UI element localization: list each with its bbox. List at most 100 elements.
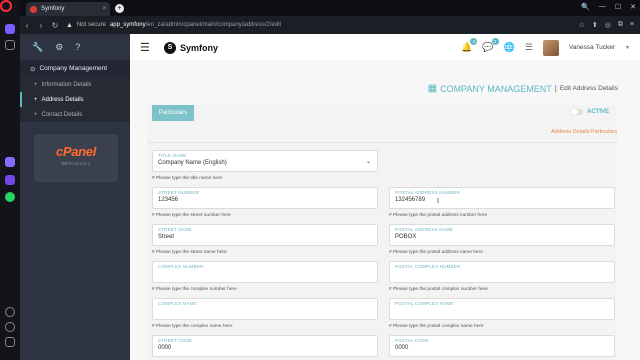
field-value: 0000 <box>158 345 172 351</box>
settings-icon[interactable] <box>5 337 15 347</box>
screen: Symfony × + 🔍 — ☐ ✕ ‹ › ↻ ▲ Not secure a… <box>0 0 640 360</box>
help-text: # Please type the postal complex number … <box>389 287 488 292</box>
street-number-field[interactable]: STREET NUMBER 123456 <box>152 187 378 209</box>
new-tab-button[interactable]: + <box>115 4 124 13</box>
avatar[interactable] <box>542 39 559 56</box>
reload-icon[interactable]: ↻ <box>48 21 62 30</box>
field-value: 0000 <box>395 345 409 351</box>
toggle-label: ACTIVE <box>586 109 609 115</box>
back-icon[interactable]: ‹ <box>20 21 34 30</box>
plus-icon: + <box>34 111 38 118</box>
help-text: # Please type the complex number here <box>152 287 237 292</box>
street-code-field[interactable]: STREET CODE 0000 <box>152 335 378 357</box>
chat-icon[interactable]: 💬 2 <box>482 38 499 53</box>
help-text: # Please type the street number here <box>152 213 231 218</box>
url-field[interactable]: ▲ Not secure app_symfony/en_za/admin/cpa… <box>66 19 579 32</box>
field-value: Street <box>158 234 175 240</box>
hamburger-icon[interactable]: ☰ <box>140 41 154 54</box>
postal-complex-number-field[interactable]: POSTAL COMPLEX NUMBER <box>389 261 615 283</box>
browser-toolbar: ☆ ⬆ ◎ ⧉ ≡ <box>579 21 634 29</box>
home-icon[interactable] <box>5 24 15 34</box>
brand[interactable]: S Symfony <box>164 41 219 54</box>
grid-icon: ▦ <box>427 83 438 94</box>
text-cursor-icon: I <box>437 198 439 205</box>
page-title-text: COMPANY MANAGEMENT <box>440 83 552 94</box>
sidebar-item-address-details[interactable]: + Address Details <box>20 92 130 107</box>
field-label: POSTAL CODE <box>395 338 429 343</box>
user-name[interactable]: Vanessa Tucker <box>569 44 615 51</box>
share-icon[interactable]: ⬆ <box>592 21 598 29</box>
menu-icon[interactable]: ≡ <box>630 21 634 29</box>
speed-dial-icon[interactable] <box>5 40 15 50</box>
sidebar-item-label: Information Details <box>41 81 92 88</box>
field-label: TITLE NAME <box>158 153 187 158</box>
snapshot-icon[interactable]: ⧉ <box>618 21 623 29</box>
list-icon[interactable]: ☰ <box>525 42 533 53</box>
sidebar-item-information-details[interactable]: + Information Details <box>20 77 130 92</box>
help-text: # Please type the complex name here <box>152 324 233 329</box>
toggle-switch[interactable] <box>570 108 583 115</box>
top-header: ☰ S Symfony 🔔 3 💬 2 🌐 ☰ Vanessa Tucker ▼ <box>130 34 640 62</box>
messenger-icon[interactable] <box>5 175 15 185</box>
whatsapp-icon[interactable] <box>5 192 15 202</box>
target-icon: ⊙ <box>30 65 36 73</box>
security-status: Not secure <box>76 22 106 28</box>
aria-icon[interactable] <box>5 157 15 167</box>
sidebar-item-company-management[interactable]: ⊙ Company Management <box>20 60 130 77</box>
bell-icon[interactable]: 🔔 3 <box>461 38 478 53</box>
app-sidebar: 🔧 ⚙ ? ⊙ Company Management + Information… <box>20 34 130 360</box>
postal-complex-name-field[interactable]: POSTAL COMPLEX NAME <box>389 298 615 320</box>
wrench-icon[interactable]: 🔧 <box>32 42 43 53</box>
close-tab-icon[interactable]: × <box>102 6 106 12</box>
help-icon[interactable]: ? <box>75 42 80 52</box>
complex-name-field[interactable]: COMPLEX NAME <box>152 298 378 320</box>
sidebar-item-contact-details[interactable]: + Contact Details <box>20 107 130 122</box>
maximize-icon[interactable]: ☐ <box>615 3 621 11</box>
field-label: POSTAL COMPLEX NUMBER <box>395 264 461 269</box>
help-text: # Please type the postal complex name he… <box>389 324 484 329</box>
page-title: ▦ COMPANY MANAGEMENT | Edit Address Deta… <box>428 83 618 94</box>
header-actions: 🔔 3 💬 2 🌐 ☰ Vanessa Tucker ▼ <box>461 38 630 56</box>
postal-address-name-field[interactable]: POSTAL ADDRESS NAME POBOX <box>389 224 615 246</box>
chevron-down-icon[interactable]: ▼ <box>625 45 630 51</box>
brand-name: Symfony <box>180 42 219 53</box>
sidebar-toolbar: 🔧 ⚙ ? <box>20 34 130 60</box>
cpanel-card[interactable]: cPanel BETA v0.0.0.1 <box>34 134 118 182</box>
sidebar-item-label: Company Management <box>39 65 108 72</box>
history-icon[interactable] <box>5 322 15 332</box>
active-toggle[interactable]: ACTIVE <box>570 108 609 115</box>
complex-number-field[interactable]: COMPLEX NUMBER <box>152 261 378 283</box>
forward-icon[interactable]: › <box>34 21 48 30</box>
cpanel-version: BETA v0.0.0.1 <box>61 161 91 166</box>
extensions-icon[interactable]: ◎ <box>605 21 611 29</box>
street-name-field[interactable]: STREET NAME Street <box>152 224 378 246</box>
globe-icon[interactable]: 🌐 <box>504 42 515 53</box>
field-value: Company Name (English) <box>158 160 227 166</box>
minimize-icon[interactable]: — <box>599 3 606 11</box>
warning-icon: ▲ <box>66 21 73 29</box>
title-separator: | <box>554 84 557 93</box>
postal-code-field[interactable]: POSTAL CODE 0000 <box>389 335 615 357</box>
sidebar-item-label: Contact Details <box>41 111 83 118</box>
bookmark-icon[interactable]: ☆ <box>579 21 585 29</box>
postal-address-number-field[interactable]: POSTAL ADDRESS NUMBER 132456789 <box>389 187 615 209</box>
player-icon[interactable] <box>5 307 15 317</box>
tab-search-icon[interactable]: 🔍 <box>581 3 590 11</box>
field-label: POSTAL COMPLEX NAME <box>395 301 454 306</box>
url-text: app_symfony/en_za/admin/cpanel/main/comp… <box>109 22 282 28</box>
tab-particulars[interactable]: Particulars <box>152 105 194 121</box>
chevron-down-icon: ⌄ <box>365 159 371 165</box>
sidebar-item-label: Address Details <box>41 96 84 103</box>
close-window-icon[interactable]: ✕ <box>630 3 636 11</box>
field-label: STREET CODE <box>158 338 193 343</box>
title-name-select[interactable]: TITLE NAME Company Name (English) ⌄ <box>152 150 378 172</box>
page-content: ▦ COMPANY MANAGEMENT | Edit Address Deta… <box>130 63 640 360</box>
field-label: COMPLEX NAME <box>158 301 197 306</box>
address-bar: ‹ › ↻ ▲ Not secure app_symfony/en_za/adm… <box>20 16 640 34</box>
browser-tab[interactable]: Symfony × <box>26 2 110 16</box>
gear-icon[interactable]: ⚙ <box>55 42 63 53</box>
opera-logo-icon[interactable] <box>0 0 12 12</box>
help-text: # Please type the title name here <box>152 176 223 181</box>
field-label: POSTAL ADDRESS NAME <box>395 227 454 232</box>
page-subtitle: Edit Address Details <box>559 85 618 92</box>
